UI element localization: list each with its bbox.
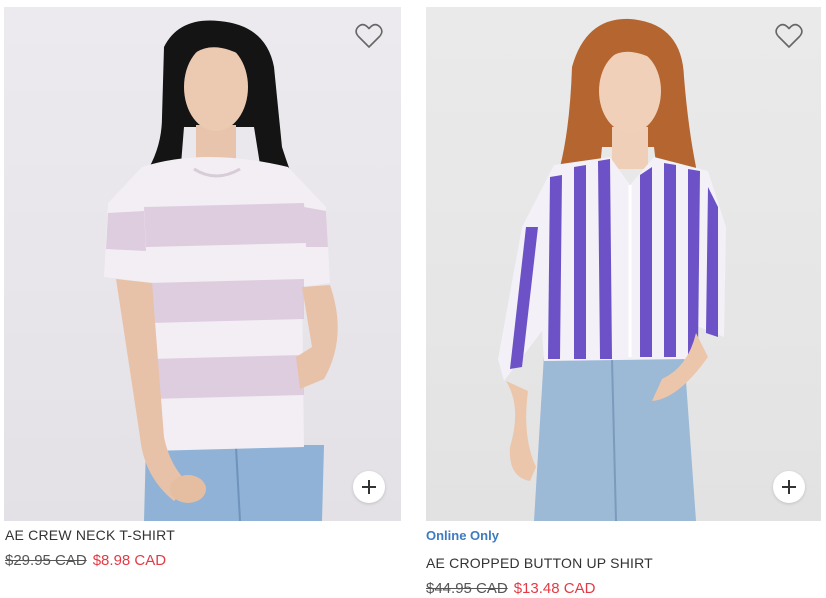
original-price: $29.95 CAD [5,552,87,569]
sale-price: $13.48 CAD [513,580,596,597]
product-name[interactable]: AE CREW NECK T-SHIRT [5,527,175,543]
product-card[interactable]: Online Only AE CROPPED BUTTON UP SHIRT $… [426,0,821,597]
quick-add-button[interactable] [773,471,805,503]
heart-outline-icon [775,23,803,48]
quick-add-button[interactable] [353,471,385,503]
product-price: $44.95 CAD $13.48 CAD [426,580,595,597]
product-image[interactable] [426,7,821,521]
product-name[interactable]: AE CROPPED BUTTON UP SHIRT [426,555,653,571]
product-card[interactable]: AE CREW NECK T-SHIRT $29.95 CAD $8.98 CAD [4,0,401,569]
heart-outline-icon [355,23,383,48]
original-price: $44.95 CAD [426,580,508,597]
sale-price: $8.98 CAD [92,552,167,569]
plus-icon [362,480,376,494]
favorite-button[interactable] [775,23,803,49]
product-image[interactable] [4,7,401,521]
favorite-button[interactable] [355,23,383,49]
plus-icon [782,480,796,494]
product-price: $29.95 CAD $8.98 CAD [5,552,166,569]
online-only-badge: Online Only [426,528,499,543]
